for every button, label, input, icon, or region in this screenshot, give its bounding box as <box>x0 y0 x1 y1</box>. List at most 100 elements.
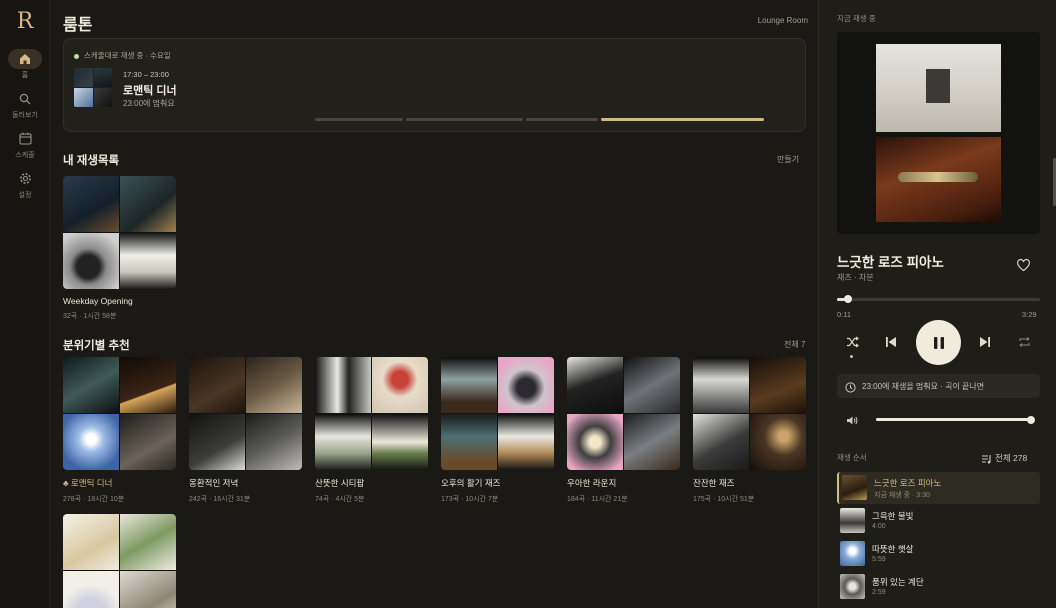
mood-artwork <box>63 514 176 608</box>
mood-artwork <box>315 357 428 470</box>
mood-meta: 173곡 · 10시간 7분 <box>441 496 499 503</box>
mood-artwork <box>441 357 554 470</box>
timeline-segment <box>406 118 523 121</box>
mood-card[interactable]: 산뜻한 시티팝 74곡 · 4시간 5분 <box>315 357 428 504</box>
queue-item[interactable]: 따뜻한 햇살 5:59 <box>837 538 1040 570</box>
mood-meta: 184곡 · 11시간 21분 <box>567 496 628 503</box>
queue-item[interactable]: 품위 있는 계단 2:59 <box>837 571 1040 603</box>
mood-name: 우아한 라운지 <box>567 478 617 488</box>
mood-card[interactable]: ♣ 로맨틱 디너 278곡 · 18시간 10분 <box>63 357 176 504</box>
queue-thumbnail <box>840 508 865 533</box>
shuffle-button[interactable] <box>843 333 861 351</box>
queue-label: 재생 순서 <box>837 453 867 462</box>
mood-card[interactable]: 오후의 활기 재즈 173곡 · 10시간 7분 <box>441 357 554 504</box>
app-window: R 홈 둘러보기 스케줄 설정 룸톤 Lounge Room 스케줄대로 재생 … <box>0 0 1056 608</box>
see-all-moods-button[interactable]: 전체 7 <box>784 339 805 350</box>
repeat-icon <box>1018 337 1030 347</box>
home-icon <box>8 49 42 69</box>
timeline-segment-current <box>601 118 764 121</box>
track-title: 느긋한 로즈 피아노 <box>837 255 944 270</box>
queue-item[interactable]: 그윽한 불빛 4:00 <box>837 505 1040 537</box>
elapsed-time: 0:11 <box>837 310 852 319</box>
cover-trumpet <box>876 137 1001 222</box>
schedule-time: 17:30 – 23:00 <box>123 70 169 79</box>
mood-card[interactable]: 몽환적인 저녁 242곡 · 16시간 31분 <box>189 357 302 504</box>
create-playlist-button[interactable]: 만들기 <box>777 154 799 165</box>
status-dot <box>74 53 79 59</box>
queue-thumbnail <box>840 574 865 599</box>
schedule-status-text: 스케줄대로 재생 중 · 수요일 <box>84 51 171 60</box>
schedule-status: 스케줄대로 재생 중 · 수요일 <box>74 50 171 61</box>
playlist-meta: 32곡 · 1시간 58분 <box>63 313 117 320</box>
queue-item-title: 그윽한 불빛 <box>872 511 914 521</box>
pause-button[interactable] <box>916 320 961 365</box>
queue-item-meta: 지금 재생 중 · 3:30 <box>874 492 930 499</box>
room-name[interactable]: Lounge Room <box>758 16 808 25</box>
next-icon <box>980 337 990 347</box>
mood-artwork <box>693 357 806 470</box>
nav-item-browse[interactable]: 둘러보기 <box>0 89 50 120</box>
queue-item-title: 따뜻한 햇살 <box>872 544 914 554</box>
nav-item-settings[interactable]: 설정 <box>0 169 50 200</box>
volume-icon[interactable] <box>846 413 858 431</box>
queue-thumbnail <box>840 541 865 566</box>
playlist-name: Weekday Opening <box>63 296 133 306</box>
repeat-button[interactable] <box>1015 333 1033 351</box>
shuffle-icon <box>846 336 859 348</box>
mood-name: 산뜻한 시티팝 <box>315 478 365 488</box>
queue-item-meta: 2:59 <box>872 589 886 596</box>
my-playlists-title: 내 재생목록 <box>63 155 120 167</box>
nav-label-browse: 둘러보기 <box>12 112 38 119</box>
previous-icon <box>886 337 896 347</box>
album-cover <box>837 32 1040 234</box>
volume-handle[interactable] <box>1027 415 1035 424</box>
mood-name: 오후의 활기 재즈 <box>441 478 501 488</box>
shuffle-active-dot <box>850 355 853 358</box>
mood-meta: 278곡 · 18시간 10분 <box>63 496 125 503</box>
queue-count[interactable]: 전체 278 <box>995 452 1027 464</box>
nav-item-schedule[interactable]: 스케줄 <box>0 129 50 160</box>
previous-button[interactable] <box>882 333 900 351</box>
pause-icon <box>933 336 944 349</box>
queue-list-icon[interactable] <box>981 451 992 469</box>
mood-card[interactable]: 우아한 라운지 184곡 · 11시간 21분 <box>567 357 680 504</box>
cover-hallway <box>876 44 1001 132</box>
cover-hallway-door <box>926 69 950 103</box>
main-content: 룸톤 Lounge Room 스케줄대로 재생 중 · 수요일 17:30 – … <box>51 0 818 608</box>
mood-artwork <box>189 357 302 470</box>
mood-artwork <box>567 357 680 470</box>
nav-rail: R 홈 둘러보기 스케줄 설정 <box>0 0 50 608</box>
mood-card[interactable] <box>63 514 176 608</box>
nav-label-home: 홈 <box>21 72 29 79</box>
queue-item-current[interactable]: 느긋한 로즈 피아노 지금 재생 중 · 3:30 <box>837 472 1040 504</box>
app-logo[interactable]: R <box>0 9 50 34</box>
playlist-card[interactable]: Weekday Opening 32곡 · 1시간 58분 <box>63 176 176 321</box>
calendar-icon <box>8 129 42 149</box>
banner-artwork <box>74 68 112 107</box>
mood-meta: 74곡 · 4시간 5분 <box>315 496 365 503</box>
volume-slider[interactable] <box>876 415 1035 424</box>
nav-item-home[interactable]: 홈 <box>0 49 50 80</box>
next-button[interactable] <box>976 333 994 351</box>
queue-item-meta: 5:59 <box>872 556 886 563</box>
now-playing-label: 지금 재생 중 <box>837 14 876 23</box>
mood-meta: 175곡 · 10시간 51분 <box>693 496 755 503</box>
playlist-artwork <box>63 176 176 289</box>
timeline-segment <box>315 118 403 121</box>
timeline-segment <box>526 118 598 121</box>
now-playing-panel: 지금 재생 중 느긋한 로즈 피아노 재즈 · 차분 0:11 3:29 23:… <box>818 0 1056 608</box>
queue-item-meta: 4:00 <box>872 523 886 530</box>
progress-bar[interactable] <box>837 295 1040 303</box>
schedule-playlist-name: 로맨틱 디너 <box>123 85 177 97</box>
progress-handle[interactable] <box>843 295 852 303</box>
mood-name: ♣ 로맨틱 디너 <box>63 478 113 488</box>
schedule-stop-time: 23:00에 멈춰요 <box>123 99 175 108</box>
schedule-banner[interactable]: 스케줄대로 재생 중 · 수요일 17:30 – 23:00 로맨틱 디너 23… <box>63 38 806 132</box>
nav-label-schedule: 스케줄 <box>15 152 35 159</box>
queue-item-title: 품위 있는 계단 <box>872 577 924 587</box>
mood-card[interactable]: 잔잔한 재즈 175곡 · 10시간 51분 <box>693 357 806 504</box>
total-time: 3:29 <box>1022 310 1037 319</box>
cover-trumpet-body <box>898 172 978 182</box>
heart-icon[interactable] <box>1016 258 1031 277</box>
track-genre: 재즈 · 차분 <box>837 273 874 282</box>
